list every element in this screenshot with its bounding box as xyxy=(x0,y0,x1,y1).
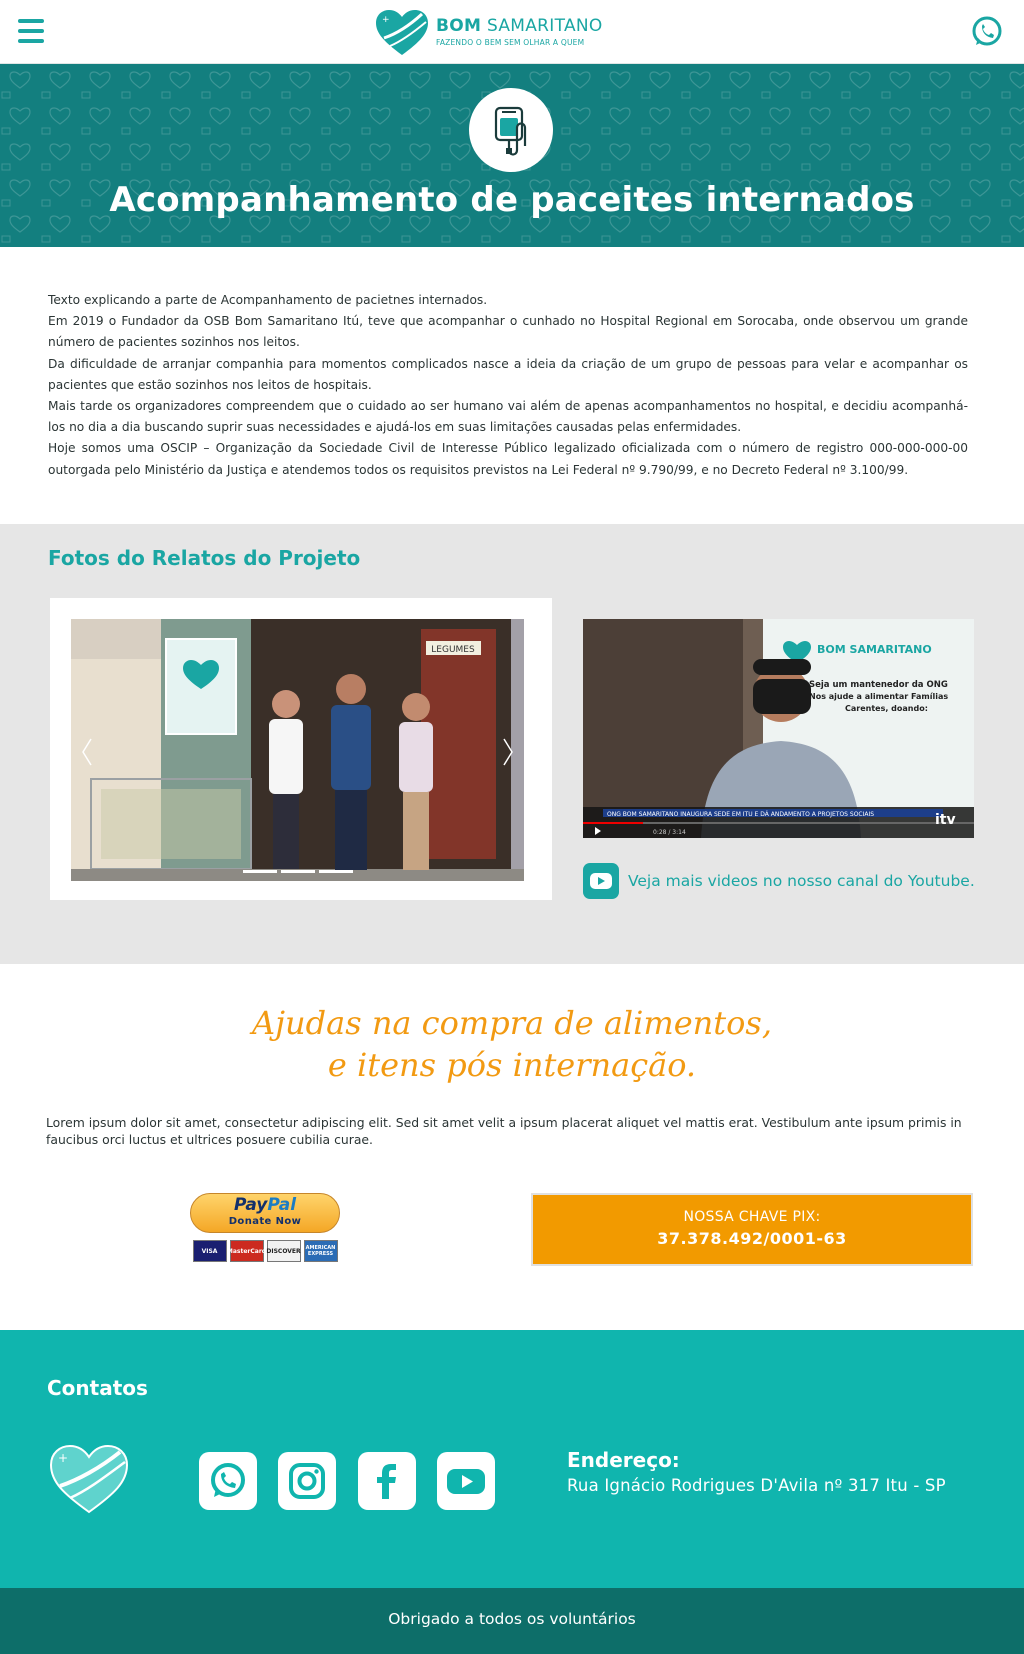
youtube-link-text: Veja mais videos no nosso canal do Youtu… xyxy=(628,872,975,890)
card-logos: VISA MasterCard DISCOVER AMERICAN EXPRES… xyxy=(190,1240,340,1262)
gallery-title: Fotos do Relatos do Projeto xyxy=(48,546,361,570)
donation-title: Ajudas na compra de alimentos, e itens p… xyxy=(0,1002,1024,1086)
photo-slider: LEGUMES xyxy=(50,598,552,900)
sign-line-2: Nos ajude a alimentar Famílias xyxy=(809,692,948,701)
donation-title-line-2: e itens pós internação. xyxy=(327,1046,697,1084)
sign-brand: BOM SAMARITANO xyxy=(817,643,932,656)
slider-dot[interactable] xyxy=(242,870,277,873)
intro-paragraph: Da dificuldade de arranjar companhia par… xyxy=(48,356,968,392)
intro-paragraph: Hoje somos uma OSCIP – Organização da So… xyxy=(48,441,968,477)
intro-paragraph: Texto explicando a parte de Acompanhamen… xyxy=(48,293,488,307)
page-title: Acompanhamento de paceites internados xyxy=(109,180,915,220)
footer-title: Contatos xyxy=(47,1376,148,1400)
slider-dot[interactable] xyxy=(280,870,315,873)
address-title: Endereço: xyxy=(567,1448,680,1472)
logo-name-rest: SAMARITANO xyxy=(486,16,603,36)
address-text: Rua Ignácio Rodrigues D'Avila nº 317 Itu… xyxy=(567,1476,946,1495)
slider-dot[interactable] xyxy=(318,870,353,873)
whatsapp-icon[interactable] xyxy=(970,15,1004,49)
video-player[interactable]: BOM SAMARITANO Seja um mantenedor da ONG… xyxy=(583,619,974,838)
intro-paragraph: Em 2019 o Fundador da OSB Bom Samaritano… xyxy=(48,314,968,350)
slider-prev-arrow[interactable] xyxy=(79,737,95,767)
channel-logo: itv xyxy=(935,812,956,828)
footer-facebook-icon[interactable] xyxy=(358,1452,416,1510)
top-navbar: + BOM SAMARITANO FAZENDO O BEM SEM OLHAR… xyxy=(0,0,1024,64)
slider-next-arrow[interactable] xyxy=(500,737,516,767)
hamburger-menu-icon[interactable] xyxy=(18,19,44,43)
site-logo[interactable]: + BOM SAMARITANO FAZENDO O BEM SEM OLHAR… xyxy=(374,8,634,58)
hero-banner: Acompanhamento de paceites internados xyxy=(0,64,1024,247)
donation-title-line-1: Ajudas na compra de alimentos, xyxy=(252,1004,772,1042)
video-caption: ONG BOM SAMARITANO INAUGURA SEDE EM ITU … xyxy=(607,811,874,818)
mastercard-icon: MasterCard xyxy=(227,1240,266,1262)
sign-line-1: Seja um mantenedor da ONG xyxy=(809,680,948,690)
slider-indicators xyxy=(71,870,524,873)
slide-photo: LEGUMES xyxy=(71,619,524,881)
video-time: 0:28 / 3:14 xyxy=(653,829,686,836)
pix-key-box[interactable]: NOSSA CHAVE PIX: 37.378.492/0001-63 xyxy=(531,1193,973,1266)
paypal-button-face[interactable]: PayPal Donate Now xyxy=(190,1193,340,1233)
svg-text:+: + xyxy=(382,15,390,25)
heart-logo-icon: + xyxy=(376,10,428,55)
intro-paragraph: Mais tarde os organizadores compreendem … xyxy=(48,399,968,435)
paypal-donate-label: Donate Now xyxy=(228,1216,302,1227)
footer-whatsapp-icon[interactable] xyxy=(199,1452,257,1510)
store-sign: LEGUMES xyxy=(431,645,475,655)
pix-key[interactable]: 37.378.492/0001-63 xyxy=(533,1229,971,1248)
donation-text: Lorem ipsum dolor sit amet, consectetur … xyxy=(46,1115,962,1147)
discover-card-icon: DISCOVER xyxy=(266,1240,301,1262)
volunteers-photo: LEGUMES xyxy=(71,619,524,881)
paypal-donate-button[interactable]: PayPal Donate Now VISA MasterCard DISCOV… xyxy=(190,1193,340,1268)
footer-youtube-icon[interactable] xyxy=(437,1452,495,1510)
logo-tagline: FAZENDO O BEM SEM OLHAR A QUEM xyxy=(436,38,585,47)
youtube-icon xyxy=(583,863,619,899)
paypal-logo: PayPal xyxy=(233,1195,297,1215)
youtube-channel-link[interactable]: Veja mais videos no nosso canal do Youtu… xyxy=(583,862,975,900)
sign-line-3: Carentes, doando: xyxy=(845,704,928,713)
gallery-section: Fotos do Relatos do Projeto LEGUMES BOM … xyxy=(0,524,1024,964)
iv-drip-icon xyxy=(469,88,553,172)
svg-text:+: + xyxy=(58,1451,68,1465)
logo-name-bold: BOM xyxy=(436,16,482,36)
pix-label: NOSSA CHAVE PIX: xyxy=(683,1209,821,1225)
amex-card-icon: AMERICAN EXPRESS xyxy=(303,1240,338,1262)
footer: Contatos + Endereço: Rua Ignácio Rodrigu… xyxy=(0,1330,1024,1588)
bottom-bar: Obrigado a todos os voluntários xyxy=(0,1588,1024,1654)
intro-text: Texto explicando a parte de Acompanhamen… xyxy=(48,290,968,481)
video-frame: BOM SAMARITANO Seja um mantenedor da ONG… xyxy=(583,619,974,838)
footer-instagram-icon[interactable] xyxy=(278,1452,336,1510)
thanks-text: Obrigado a todos os voluntários xyxy=(388,1610,636,1628)
visa-card-icon: VISA xyxy=(192,1240,227,1262)
footer-heart-logo-icon[interactable]: + xyxy=(48,1442,130,1516)
